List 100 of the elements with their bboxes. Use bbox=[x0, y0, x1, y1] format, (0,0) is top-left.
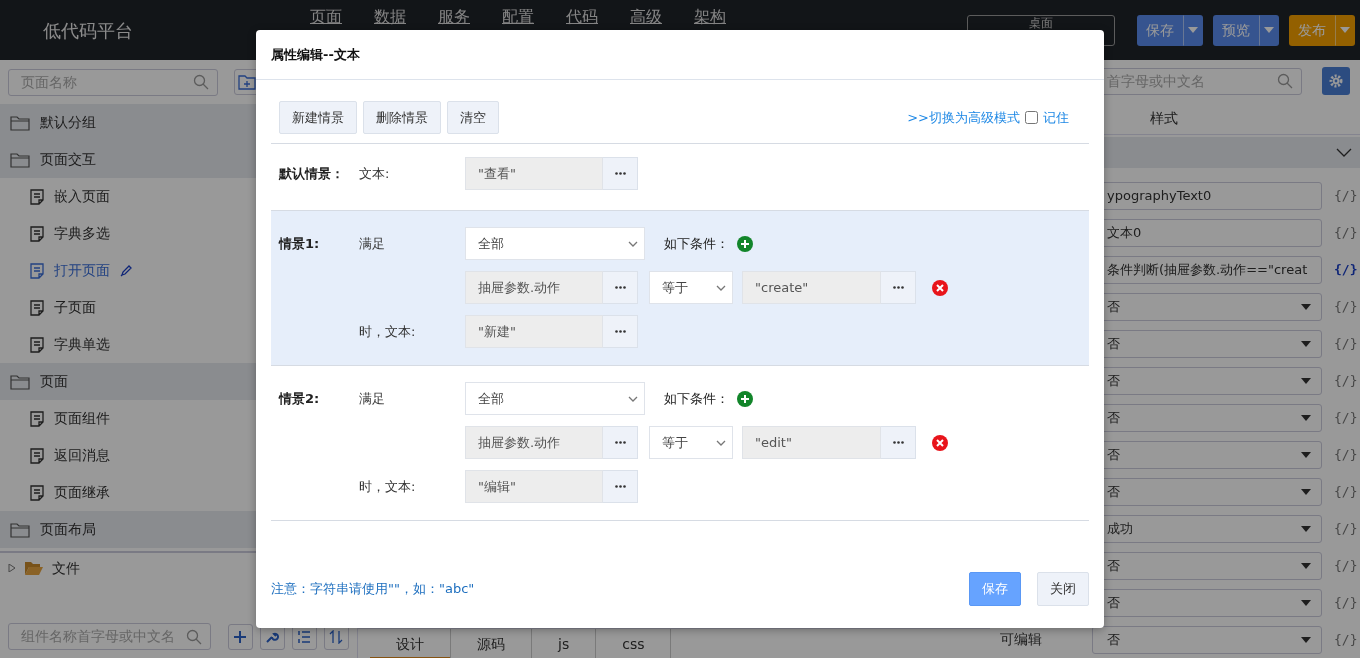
nav-link[interactable]: 页面 bbox=[310, 7, 342, 27]
operator-select[interactable]: 等于 bbox=[649, 271, 733, 304]
nav-link[interactable]: 数据 bbox=[374, 7, 406, 27]
triangle-right-icon bbox=[8, 564, 16, 572]
ellipsis-icon bbox=[892, 286, 904, 289]
item-label: 页面组件 bbox=[54, 409, 110, 428]
value-field[interactable]: 抽屉参数.动作 bbox=[465, 426, 603, 459]
search-icon bbox=[185, 628, 202, 645]
value-field[interactable]: "新建" bbox=[465, 315, 603, 348]
scenario-label: 情景1: bbox=[279, 234, 321, 253]
binding-toggle[interactable]: {/} bbox=[1334, 185, 1358, 206]
settings-button[interactable] bbox=[1322, 67, 1350, 96]
binding-toggle[interactable]: {/} bbox=[1334, 222, 1358, 243]
item-label: 页面交互 bbox=[40, 150, 96, 169]
item-label: 页面 bbox=[40, 372, 68, 391]
field-value: 文本0 bbox=[1107, 223, 1142, 242]
note-text: 注意：字符串请使用""，如："abc" bbox=[271, 580, 475, 599]
dropdown-toggle[interactable] bbox=[1183, 14, 1203, 46]
plus-icon bbox=[233, 629, 248, 644]
operator-select[interactable]: 等于 bbox=[649, 426, 733, 459]
item-label: 打开页面 bbox=[54, 261, 110, 280]
value-field[interactable]: "create" bbox=[742, 271, 881, 304]
toolbar-button[interactable]: 删除情景 bbox=[363, 101, 441, 134]
folder-icon bbox=[24, 560, 44, 576]
remove-condition-icon[interactable] bbox=[932, 279, 948, 296]
chevron-down-icon bbox=[628, 240, 638, 247]
field-value: ypographyText0 bbox=[1107, 186, 1212, 205]
folder-icon bbox=[10, 114, 30, 131]
field-label: 时，文本: bbox=[359, 322, 417, 341]
field-label: 可编辑 bbox=[1000, 630, 1043, 649]
nav-link[interactable]: 架构 bbox=[694, 7, 726, 27]
nav-link[interactable]: 代码 bbox=[566, 7, 598, 27]
caret-down-icon bbox=[1188, 27, 1198, 33]
item-label: 字典多选 bbox=[54, 224, 110, 243]
chevron-down-icon bbox=[628, 395, 638, 402]
chevron-down-icon bbox=[1336, 148, 1352, 158]
ellipsis-icon bbox=[614, 485, 626, 488]
binding-toggle[interactable]: {/} bbox=[1334, 333, 1358, 354]
toolbar-button[interactable]: 新建情景 bbox=[279, 101, 357, 134]
field-value: 成功 bbox=[1107, 519, 1133, 538]
nav-link[interactable]: 服务 bbox=[438, 7, 470, 27]
value-field[interactable]: 抽屉参数.动作 bbox=[465, 271, 603, 304]
match-select[interactable]: 全部 bbox=[465, 382, 645, 415]
dropdown-toggle[interactable] bbox=[1259, 14, 1279, 46]
document-icon bbox=[30, 299, 44, 316]
add-condition-icon[interactable] bbox=[737, 235, 753, 252]
document-icon bbox=[30, 262, 44, 279]
value-field[interactable]: "查看" bbox=[465, 157, 603, 190]
scenario-panel[interactable]: 情景2: 满足 全部 如下条件： 抽屉参数.动作 等于 "edit" 时，文本: "编辑" bbox=[271, 366, 1089, 521]
field-value: 否 bbox=[1107, 445, 1120, 464]
nav-link[interactable]: 高级 bbox=[630, 7, 662, 27]
caret-down-icon bbox=[1301, 599, 1311, 606]
toolbar-button[interactable]: 清空 bbox=[447, 101, 499, 134]
binding-toggle[interactable]: {/} bbox=[1334, 296, 1358, 317]
scenario-panel[interactable]: 情景1: 满足 全部 如下条件： 抽屉参数.动作 等于 "create" 时，文本: "新建" bbox=[271, 211, 1089, 366]
ellipsis-icon bbox=[614, 286, 626, 289]
add-condition-icon[interactable] bbox=[737, 390, 753, 407]
ellipsis-icon bbox=[614, 441, 626, 444]
field-value: 否 bbox=[1107, 334, 1120, 353]
folder-icon bbox=[10, 373, 30, 390]
document-icon bbox=[30, 410, 44, 427]
field-label: 文本: bbox=[359, 164, 391, 183]
item-label: 返回消息 bbox=[54, 446, 110, 465]
field-value: 条件判断(抽屉参数.动作=="creat bbox=[1107, 260, 1308, 279]
value-field[interactable]: "edit" bbox=[742, 426, 881, 459]
dropdown-toggle[interactable] bbox=[1335, 14, 1355, 46]
advanced-mode-link[interactable]: >>切换为高级模式 bbox=[907, 107, 1020, 128]
field-label: 满足 bbox=[359, 389, 386, 408]
caret-down-icon bbox=[1301, 636, 1311, 643]
select-field[interactable]: 否 bbox=[1092, 625, 1322, 654]
chevron-down-icon bbox=[716, 284, 726, 291]
remove-condition-icon[interactable] bbox=[932, 434, 948, 451]
caret-down-icon bbox=[1301, 562, 1311, 569]
binding-toggle[interactable]: {/} bbox=[1334, 481, 1358, 502]
caret-down-icon bbox=[1301, 414, 1311, 421]
close-button[interactable]: 关闭 bbox=[1037, 572, 1089, 606]
panel-tab[interactable]: 样式 bbox=[1150, 107, 1178, 129]
binding-toggle[interactable]: {/} bbox=[1334, 629, 1358, 650]
settings-icon bbox=[1329, 74, 1343, 89]
binding-toggle[interactable]: {/} bbox=[1334, 592, 1358, 613]
remember-checkbox[interactable] bbox=[1025, 111, 1038, 124]
document-icon bbox=[30, 484, 44, 501]
folder-plus-icon bbox=[238, 74, 256, 90]
nav-link[interactable]: 配置 bbox=[502, 7, 534, 27]
add-button[interactable] bbox=[227, 623, 253, 650]
item-label: 文件 bbox=[52, 558, 80, 578]
tree-item[interactable]: 文件 bbox=[0, 553, 357, 583]
binding-toggle[interactable]: {/} bbox=[1334, 444, 1358, 465]
match-select[interactable]: 全部 bbox=[465, 227, 645, 260]
binding-toggle[interactable]: {/} bbox=[1334, 518, 1358, 539]
binding-toggle[interactable]: {/} bbox=[1334, 259, 1358, 280]
item-label: 页面布局 bbox=[40, 520, 96, 539]
binding-toggle[interactable]: {/} bbox=[1334, 555, 1358, 576]
binding-toggle[interactable]: {/} bbox=[1334, 407, 1358, 428]
value-field[interactable]: "编辑" bbox=[465, 470, 603, 503]
binding-toggle[interactable]: {/} bbox=[1334, 370, 1358, 391]
caret-down-icon bbox=[1264, 27, 1274, 33]
checkbox-label: 记住 bbox=[1043, 108, 1069, 127]
field-label: 时，文本: bbox=[359, 477, 417, 496]
logo: 低代码平台 bbox=[43, 18, 134, 43]
